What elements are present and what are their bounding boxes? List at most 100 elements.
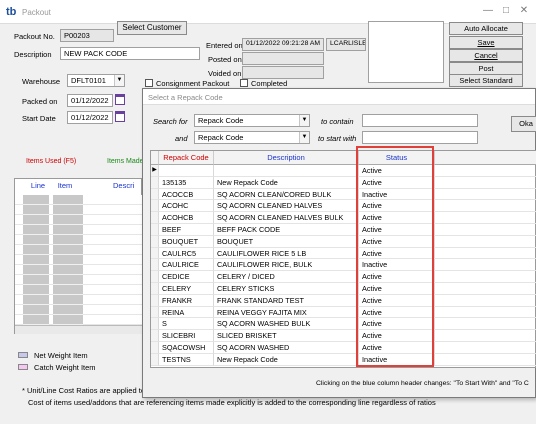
cell-description: SQ ACORN WASHED	[214, 342, 359, 354]
row-selector[interactable]	[151, 294, 159, 307]
cancel-button[interactable]: Cancel	[449, 49, 523, 62]
current-row-indicator-icon[interactable]: ▶	[151, 165, 159, 177]
repack-grid[interactable]: Repack Code Description Status ▶ Active 13…	[150, 150, 536, 368]
select-standard-button[interactable]: Select Standard	[449, 74, 523, 87]
chevron-down-icon[interactable]: ▼	[114, 75, 124, 86]
search-field-select[interactable]: Repack Code ▼	[194, 114, 310, 127]
consignment-checkbox[interactable]	[145, 79, 153, 87]
grid-header-desc[interactable]: Descri	[113, 181, 143, 190]
packout-no-field[interactable]: P00203	[60, 29, 114, 42]
net-weight-swatch	[18, 352, 28, 358]
start-with-input[interactable]	[362, 131, 478, 144]
contain-input[interactable]	[362, 114, 478, 127]
description-field[interactable]: NEW PACK CODE	[60, 47, 200, 60]
cell-description: BOUQUET	[214, 235, 359, 248]
calendar-icon[interactable]	[115, 94, 125, 105]
table-row[interactable]: SQACOWSH SQ ACORN WASHED Active	[151, 342, 536, 354]
maximize-icon[interactable]: □	[500, 5, 512, 17]
window-title: Packout	[22, 8, 51, 17]
select-customer-button[interactable]: Select Customer	[117, 21, 187, 35]
start-date-field[interactable]: 01/12/2022	[67, 111, 113, 124]
header-repack-code[interactable]: Repack Code	[159, 151, 214, 165]
packed-on-label: Packed on	[22, 97, 58, 106]
row-selector[interactable]	[151, 188, 159, 201]
warehouse-select[interactable]: DFLT0101 ▼	[67, 74, 125, 87]
and-field-select[interactable]: Repack Code ▼	[194, 131, 310, 144]
row-selector[interactable]	[151, 353, 159, 366]
ok-button[interactable]: Oka	[511, 116, 536, 132]
cell-filler	[435, 248, 536, 260]
entered-on-label: Entered on	[206, 41, 243, 50]
table-row[interactable]: ACOCCB SQ ACORN CLEAN/CORED BULK Inactive	[151, 188, 536, 201]
table-row[interactable]: FRANKR FRANK STANDARD TEST Active	[151, 294, 536, 307]
cell-filler	[435, 307, 536, 319]
cell-repack-code: ACOCCB	[159, 188, 214, 201]
table-row[interactable]: BOUQUET BOUQUET Active	[151, 235, 536, 248]
cell-repack-code: FRANKR	[159, 294, 214, 307]
search-for-label: Search for	[153, 117, 188, 126]
items-used-grid[interactable]: Line Item Descri	[14, 178, 143, 334]
row-selector[interactable]	[151, 224, 159, 236]
grid-header-line[interactable]: Line	[27, 181, 49, 190]
table-row[interactable]: ACOHC SQ ACORN CLEANED HALVES Active	[151, 200, 536, 213]
table-row[interactable]: TESTNS New Repack Code Inactive	[151, 353, 536, 366]
auto-allocate-button[interactable]: Auto Allocate	[449, 22, 523, 35]
cell-description: CAULIFLOWER RICE 5 LB	[214, 247, 359, 260]
table-row[interactable]: ▶ Active	[151, 165, 536, 177]
tab-items-made[interactable]: Items Made	[107, 158, 144, 165]
table-row[interactable]: ACOHCB SQ ACORN CLEANED HALVES BULK Active	[151, 212, 536, 224]
close-icon[interactable]: ✕	[518, 5, 530, 17]
row-selector[interactable]	[151, 259, 159, 272]
row-selector[interactable]	[151, 342, 159, 354]
cell-repack-code: 135135	[159, 176, 214, 189]
warehouse-label: Warehouse	[22, 77, 61, 86]
tab-items-used[interactable]: Items Used (F5)	[26, 158, 76, 165]
row-selector[interactable]	[151, 247, 159, 260]
consignment-label: Consignment Packout	[156, 79, 230, 88]
table-row[interactable]: 135135 New Repack Code Active	[151, 176, 536, 189]
table-row[interactable]: REINA REINA VEGGY FAJITA MIX Active	[151, 306, 536, 319]
table-row[interactable]: CAULRICE CAULIFLOWER RICE, BULK Inactive	[151, 259, 536, 272]
cell-filler	[435, 177, 536, 189]
notes-box[interactable]	[368, 21, 444, 83]
row-selector[interactable]	[151, 283, 159, 295]
cell-repack-code: S	[159, 318, 214, 331]
row-selector[interactable]	[151, 318, 159, 331]
header-description[interactable]: Description	[214, 151, 359, 165]
cell-filler	[435, 342, 536, 354]
chevron-down-icon[interactable]: ▼	[299, 115, 309, 126]
cell-description: SQ ACORN WASHED BULK	[214, 318, 359, 331]
table-row[interactable]: S SQ ACORN WASHED BULK Active	[151, 318, 536, 331]
calendar-icon[interactable]	[115, 111, 125, 122]
table-row[interactable]: CAULRC5 CAULIFLOWER RICE 5 LB Active	[151, 247, 536, 260]
table-row[interactable]: CELERY CELERY STICKS Active	[151, 283, 536, 295]
cell-filler	[435, 212, 536, 224]
cell-repack-code: CEDICE	[159, 271, 214, 283]
dialog-hint: Clicking on the blue column header chang…	[316, 380, 529, 387]
save-button[interactable]: Save	[449, 36, 523, 49]
chevron-down-icon[interactable]: ▼	[299, 132, 309, 143]
minimize-icon[interactable]: —	[482, 5, 494, 17]
row-selector[interactable]	[151, 330, 159, 342]
horizontal-scrollbar[interactable]	[15, 325, 143, 334]
row-selector[interactable]	[151, 271, 159, 283]
table-row[interactable]: CEDICE CELERY / DICED Active	[151, 271, 536, 283]
cell-description: CELERY STICKS	[214, 283, 359, 295]
row-selector[interactable]	[151, 176, 159, 189]
table-row[interactable]: BEEF BEFF PACK CODE Active	[151, 224, 536, 236]
table-row[interactable]: SLICEBRI SLICED BRISKET Active	[151, 330, 536, 342]
cell-repack-code: CELERY	[159, 283, 214, 295]
row-selector[interactable]	[151, 200, 159, 213]
row-selector[interactable]	[151, 212, 159, 224]
packout-no-label: Packout No.	[14, 32, 55, 41]
cell-filler	[435, 224, 536, 236]
packed-on-field[interactable]: 01/12/2022	[67, 94, 113, 107]
row-selector[interactable]	[151, 306, 159, 319]
cell-filler	[435, 354, 536, 366]
completed-checkbox[interactable]	[240, 79, 248, 87]
grid-header-item[interactable]: Item	[53, 181, 77, 190]
cell-repack-code: BEEF	[159, 224, 214, 236]
title-bar: tb Packout — □ ✕	[0, 0, 536, 24]
row-selector[interactable]	[151, 235, 159, 248]
cell-repack-code: ACOHCB	[159, 212, 214, 224]
